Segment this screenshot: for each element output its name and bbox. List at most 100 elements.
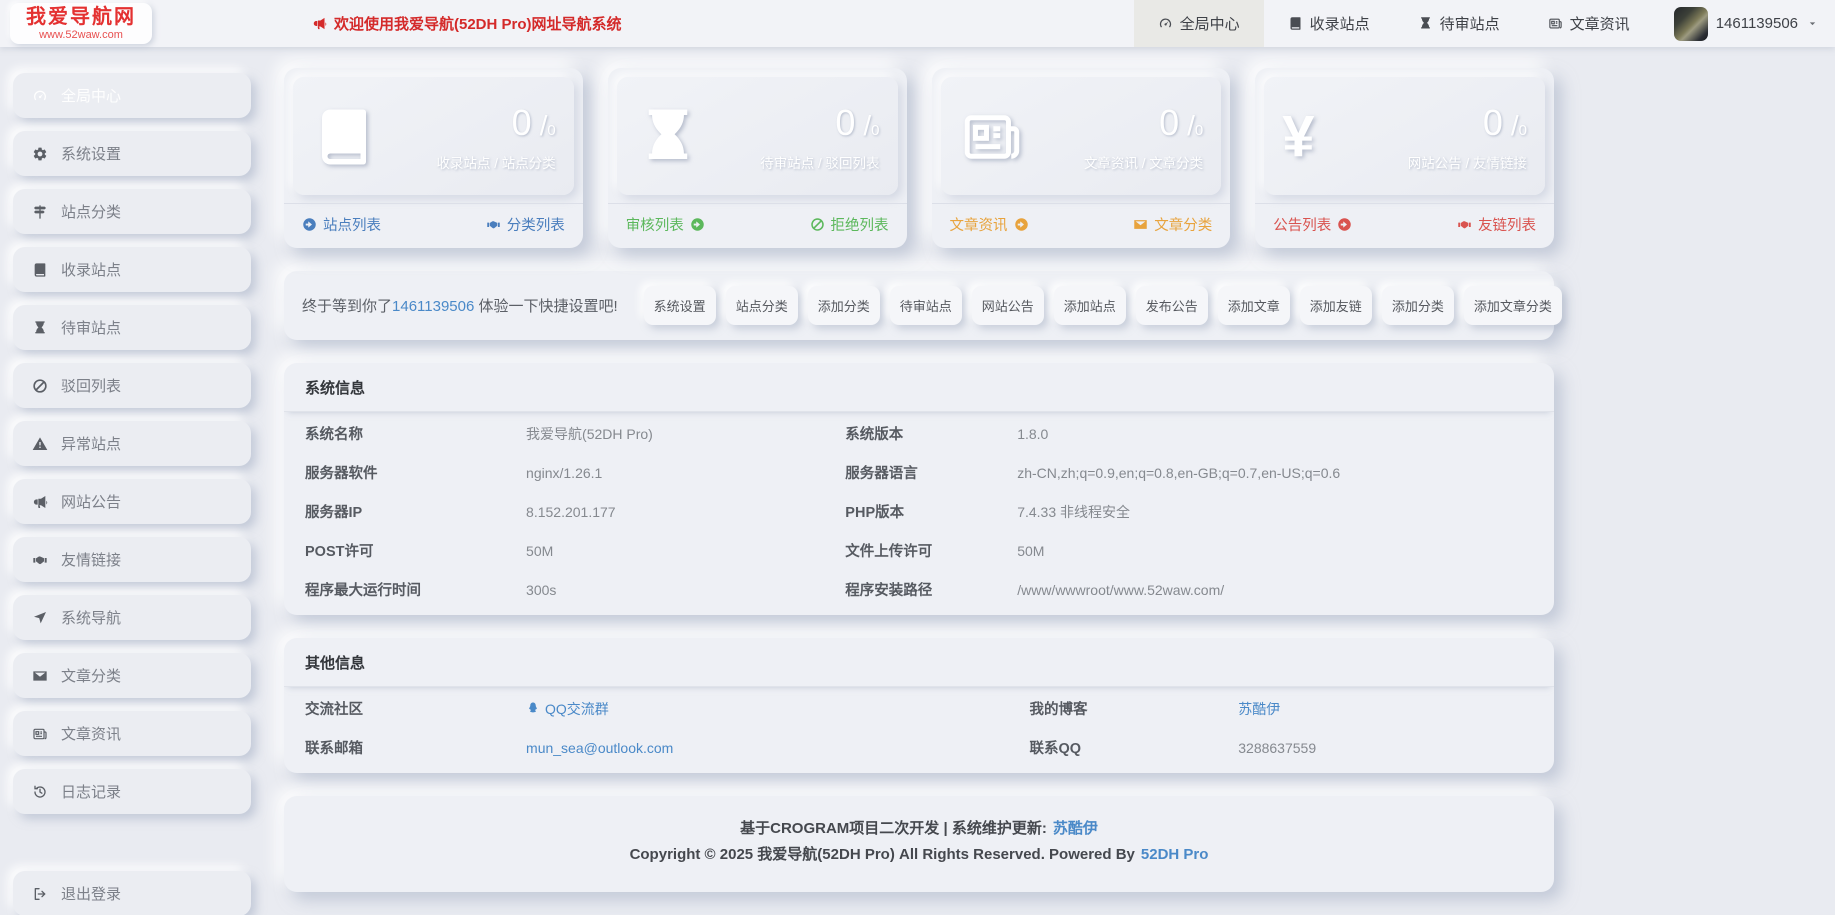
quick-button-system-settings[interactable]: 系统设置 (644, 286, 716, 325)
sidebar-item-log-records[interactable]: 日志记录 (13, 769, 251, 814)
review-list-link[interactable]: 审核列表 (626, 214, 705, 235)
quick-button-add-friend-link[interactable]: 添加友链 (1300, 286, 1372, 325)
nav-item-global-center[interactable]: 全局中心 (1134, 0, 1264, 47)
quick-buttons: 系统设置 站点分类 添加分类 待审站点 网站公告 添加站点 发布公告 添加文章 … (644, 286, 1562, 325)
nav-item-label: 全局中心 (1180, 13, 1240, 34)
sidebar-item-label: 网站公告 (61, 491, 121, 512)
megaphone-icon (312, 16, 327, 31)
site-list-link[interactable]: 站点列表 (302, 214, 381, 235)
quick-button-publish-announcement[interactable]: 发布公告 (1136, 286, 1208, 325)
stat-total: 0 (1519, 122, 1527, 139)
map-signs-icon (32, 204, 48, 220)
username-link[interactable]: 1461139506 (392, 298, 474, 315)
book-icon (32, 262, 48, 278)
nav-item-label: 文章资讯 (1570, 13, 1630, 34)
info-row: 服务器IP 8.152.201.177 PHP版本 7.4.33 非线程安全 (284, 492, 1554, 531)
sidebar-item-articles[interactable]: 文章资讯 (13, 711, 251, 756)
sidebar-item-pending-sites[interactable]: 待审站点 (13, 305, 251, 350)
ban-icon (32, 378, 48, 394)
stat-links: 审核列表 拒绝列表 (608, 203, 907, 248)
quick-button-add-category-2[interactable]: 添加分类 (1382, 286, 1454, 325)
stat-count: 0 (512, 102, 532, 143)
stat-total: 0 (1195, 122, 1203, 139)
sidebar-item-label: 收录站点 (61, 259, 121, 280)
category-list-link[interactable]: 分类列表 (486, 214, 565, 235)
top-nav: 全局中心 收录站点 待审站点 文章资讯 (1134, 0, 1654, 47)
greeting-text: 终于等到你了1461139506 体验一下快捷设置吧! (302, 295, 618, 316)
handshake-icon (486, 217, 501, 232)
quick-button-add-article[interactable]: 添加文章 (1218, 286, 1290, 325)
sidebar-item-label: 全局中心 (61, 85, 121, 106)
sidebar-item-site-announcements[interactable]: 网站公告 (13, 479, 251, 524)
stat-figures: 0/0 收录站点 / 站点分类 (436, 102, 555, 172)
sidebar-item-system-navigation[interactable]: 系统导航 (13, 595, 251, 640)
reject-list-link[interactable]: 拒绝列表 (810, 214, 889, 235)
sidebar-item-article-categories[interactable]: 文章分类 (13, 653, 251, 698)
quick-button-site-categories[interactable]: 站点分类 (726, 286, 798, 325)
quick-button-add-site[interactable]: 添加站点 (1054, 286, 1126, 325)
sidebar-item-abnormal-sites[interactable]: 异常站点 (13, 421, 251, 466)
sidebar-item-label: 系统导航 (61, 607, 121, 628)
sidebar-item-friend-links[interactable]: 友情链接 (13, 537, 251, 582)
announcement-list-link[interactable]: 公告列表 (1273, 214, 1352, 235)
stat-card-announcements: ¥ 0/0 网站公告 / 友情链接 公告列表 友链列表 (1255, 68, 1554, 248)
sidebar-item-site-categories[interactable]: 站点分类 (13, 189, 251, 234)
announcement: 欢迎使用我爱导航(52DH Pro)网址导航系统 (312, 13, 622, 34)
footer-line-2: Copyright © 2025 我爱导航(52DH Pro) All Righ… (294, 842, 1544, 868)
top-header: 我爱导航网 www.52waw.com 欢迎使用我爱导航(52DH Pro)网址… (0, 0, 1835, 47)
stat-figures: 0/0 待审站点 / 驳回列表 (760, 102, 879, 172)
location-arrow-icon (32, 610, 48, 626)
qq-icon (526, 701, 540, 715)
nav-item-label: 收录站点 (1310, 13, 1370, 34)
stats-row: 0/0 收录站点 / 站点分类 站点列表 分类列表 (284, 68, 1554, 248)
quick-button-add-article-category[interactable]: 添加文章分类 (1464, 286, 1562, 325)
gauge-icon (1158, 16, 1173, 31)
article-list-link[interactable]: 文章资讯 (950, 214, 1029, 235)
sidebar-item-rejected-list[interactable]: 驳回列表 (13, 363, 251, 408)
sidebar-item-label: 异常站点 (61, 433, 121, 454)
nav-item-included-sites[interactable]: 收录站点 (1264, 0, 1394, 47)
arrow-circle-right-icon (302, 217, 317, 232)
newspaper-icon (959, 104, 1025, 170)
sidebar-item-system-settings[interactable]: 系统设置 (13, 131, 251, 176)
powered-by-link[interactable]: 52DH Pro (1141, 846, 1209, 863)
newspaper-icon (1548, 16, 1563, 31)
avatar[interactable] (1674, 7, 1708, 41)
maintainer-link[interactable]: 苏酷伊 (1053, 820, 1098, 837)
main-content: 0/0 收录站点 / 站点分类 站点列表 分类列表 (284, 47, 1554, 915)
stat-caption: 待审站点 / 驳回列表 (760, 152, 879, 172)
nav-item-pending-sites[interactable]: 待审站点 (1394, 0, 1524, 47)
article-category-link[interactable]: 文章分类 (1133, 214, 1212, 235)
info-row: 联系邮箱 mun_sea@outlook.com 联系QQ 3288637559 (284, 728, 1554, 767)
footer-line-1: 基于CROGRAM项目二次开发 | 系统维护更新:苏酷伊 (294, 816, 1544, 842)
quick-button-site-announcements[interactable]: 网站公告 (972, 286, 1044, 325)
stat-links: 文章资讯 文章分类 (932, 203, 1231, 248)
nav-item-articles[interactable]: 文章资讯 (1524, 0, 1654, 47)
quick-button-pending-sites[interactable]: 待审站点 (890, 286, 962, 325)
blog-link[interactable]: 苏酷伊 (1238, 699, 1533, 719)
book-icon (311, 104, 377, 170)
logo[interactable]: 我爱导航网 www.52waw.com (10, 3, 152, 44)
handshake-icon (32, 552, 48, 568)
contact-email-link[interactable]: mun_sea@outlook.com (526, 740, 1029, 756)
sidebar-item-included-sites[interactable]: 收录站点 (13, 247, 251, 292)
newspaper-icon (32, 726, 48, 742)
friend-link-list-link[interactable]: 友链列表 (1457, 214, 1536, 235)
sidebar-item-global-center[interactable]: 全局中心 (13, 73, 251, 118)
stat-body: ¥ 0/0 网站公告 / 友情链接 (1264, 77, 1545, 195)
sidebar-item-label: 站点分类 (61, 201, 121, 222)
gear-icon (32, 146, 48, 162)
qq-group-link[interactable]: QQ交流群 (526, 699, 1029, 719)
info-row: 交流社区 QQ交流群 我的博客 苏酷伊 (284, 689, 1554, 728)
stat-figures: 0/0 文章资讯 / 文章分类 (1084, 102, 1203, 172)
stat-card-pending-sites: 0/0 待审站点 / 驳回列表 审核列表 拒绝列表 (608, 68, 907, 248)
logo-subtitle: www.52waw.com (26, 29, 136, 41)
user-menu[interactable]: 1461139506 (1654, 7, 1835, 41)
sidebar-item-label: 日志记录 (61, 781, 121, 802)
sidebar: 全局中心 系统设置 站点分类 收录站点 待审站点 驳回列表 异常站点 网站公告 (0, 47, 266, 915)
hourglass-icon (635, 104, 701, 170)
stat-card-included-sites: 0/0 收录站点 / 站点分类 站点列表 分类列表 (284, 68, 583, 248)
sidebar-item-logout[interactable]: 退出登录 (13, 871, 251, 915)
quick-button-add-category[interactable]: 添加分类 (808, 286, 880, 325)
logo-title: 我爱导航网 (26, 5, 136, 29)
